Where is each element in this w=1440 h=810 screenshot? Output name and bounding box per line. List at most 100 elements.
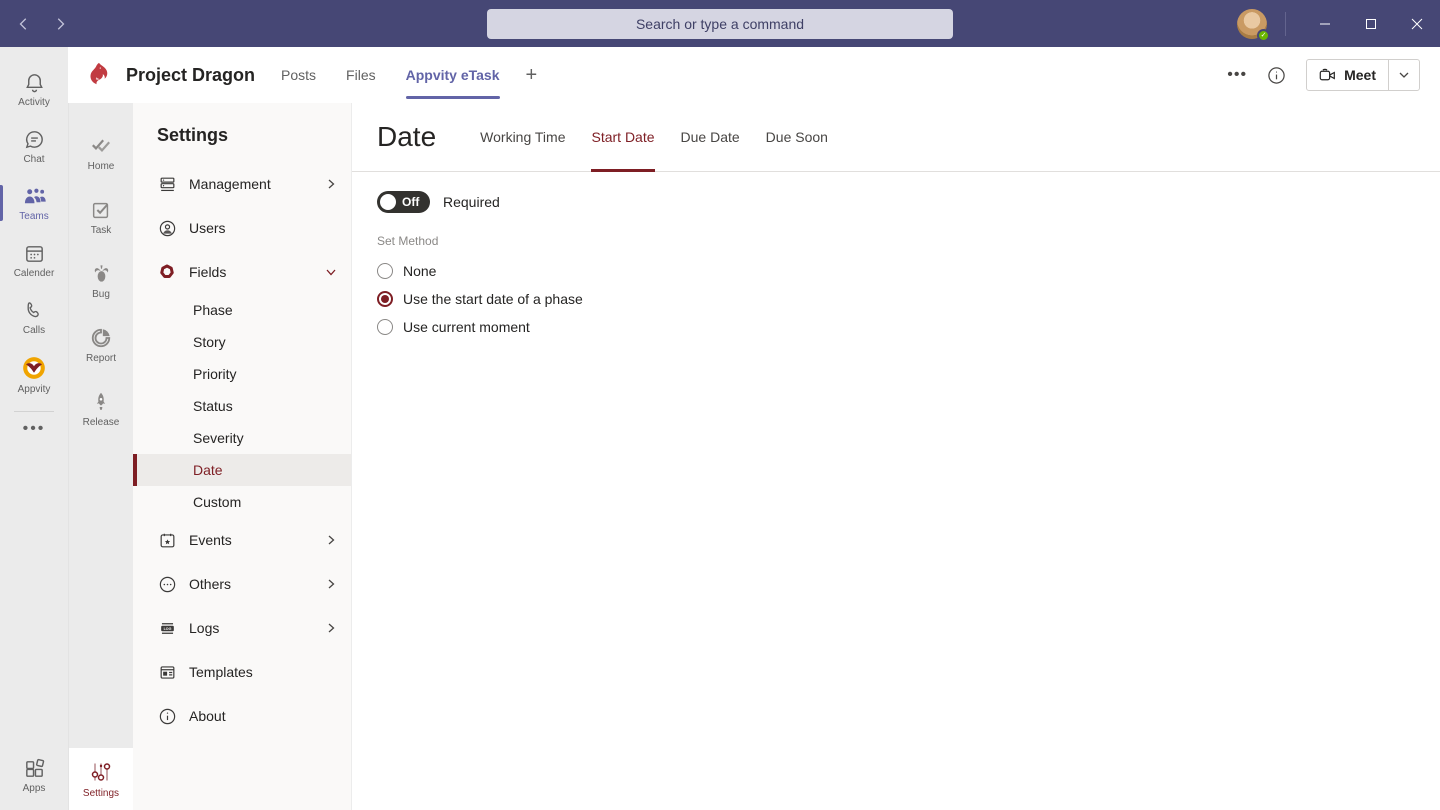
radio-option-current-moment[interactable]: Use current moment xyxy=(377,313,1440,341)
required-toggle[interactable]: Off xyxy=(377,191,430,213)
rail-item-home[interactable]: Home xyxy=(69,121,133,185)
tab-due-soon[interactable]: Due Soon xyxy=(766,103,828,171)
team-name: Project Dragon xyxy=(126,64,256,85)
subitem-label: Phase xyxy=(193,302,233,318)
settings-item-logs[interactable]: LOG Logs xyxy=(133,606,351,650)
sidebar-item-teams[interactable]: Teams xyxy=(0,175,68,232)
rail-item-label: Bug xyxy=(92,289,110,300)
settings-item-users[interactable]: Users xyxy=(133,206,351,250)
tab-due-date[interactable]: Due Date xyxy=(681,103,740,171)
svg-text:LOG: LOG xyxy=(163,627,171,631)
channel-tabs: Posts Files Appvity eTask xyxy=(281,47,500,103)
chat-icon xyxy=(25,131,43,149)
sidebar-item-apps[interactable]: Apps xyxy=(0,747,68,804)
subitem-label: Date xyxy=(193,462,223,478)
add-tab-button[interactable]: + xyxy=(526,64,538,87)
sidebar-item-chat[interactable]: Chat xyxy=(0,118,68,175)
tab-appvity-etask[interactable]: Appvity eTask xyxy=(405,47,500,103)
sidebar-item-label: Chat xyxy=(23,154,45,165)
settings-item-fields[interactable]: Fields xyxy=(133,250,351,294)
phone-icon xyxy=(27,301,39,317)
settings-item-label: Events xyxy=(189,532,232,548)
others-icon xyxy=(157,575,177,594)
team-logo-dragon xyxy=(90,62,108,85)
radio-label: None xyxy=(403,263,437,279)
avatar[interactable]: ✓ xyxy=(1237,8,1270,42)
sidebar-item-calls[interactable]: Calls xyxy=(0,289,68,346)
settings-subitem-status[interactable]: Status xyxy=(133,390,351,422)
sidebar-item-appvity[interactable]: Appvity xyxy=(0,346,68,403)
tab-underline xyxy=(591,169,655,172)
teams-people-icon xyxy=(24,188,46,204)
settings-item-label: Users xyxy=(189,220,226,236)
users-icon xyxy=(157,219,177,238)
settings-subitem-custom[interactable]: Custom xyxy=(133,486,351,518)
meet-button[interactable]: Meet xyxy=(1306,59,1420,91)
logs-icon: LOG xyxy=(157,619,177,638)
radio-icon xyxy=(377,319,393,335)
rail-item-report[interactable]: Report xyxy=(69,313,133,377)
sidebar-item-label: Calender xyxy=(13,268,55,279)
settings-subitem-date[interactable]: Date xyxy=(133,454,351,486)
rail-item-settings[interactable]: Settings xyxy=(69,748,133,810)
minimize-button[interactable] xyxy=(1302,0,1348,47)
settings-item-others[interactable]: Others xyxy=(133,562,351,606)
radio-icon xyxy=(377,263,393,279)
back-icon[interactable] xyxy=(16,16,32,32)
sidebar-item-activity[interactable]: Activity xyxy=(0,61,68,118)
chevron-down-icon xyxy=(1399,72,1409,78)
chevron-right-icon xyxy=(325,178,337,190)
tab-label: Start Date xyxy=(591,129,655,145)
chevron-right-icon xyxy=(325,578,337,590)
rail-item-release[interactable]: Release xyxy=(69,377,133,441)
toggle-knob xyxy=(380,194,396,210)
sidebar-item-label: Appvity xyxy=(17,383,51,395)
templates-icon xyxy=(157,663,177,682)
rail-item-task[interactable]: Task xyxy=(69,185,133,249)
channel-more-icon[interactable]: ••• xyxy=(1227,66,1247,84)
rail-item-label: Release xyxy=(82,416,120,428)
tab-label: Files xyxy=(346,67,376,83)
rail-item-label: Settings xyxy=(82,787,120,799)
tab-working-time[interactable]: Working Time xyxy=(480,103,565,171)
radio-label: Use current moment xyxy=(403,319,530,335)
settings-subitem-story[interactable]: Story xyxy=(133,326,351,358)
settings-item-label: Management xyxy=(189,176,271,192)
settings-subitem-phase[interactable]: Phase xyxy=(133,294,351,326)
tab-files[interactable]: Files xyxy=(346,47,376,103)
calendar-icon xyxy=(25,246,43,262)
radio-option-start-date-of-phase[interactable]: Use the start date of a phase xyxy=(377,285,1440,313)
subitem-label: Story xyxy=(193,334,226,350)
settings-sliders-icon xyxy=(91,762,111,781)
settings-item-about[interactable]: About xyxy=(133,694,351,738)
rail-item-bug[interactable]: Bug xyxy=(69,249,133,313)
more-apps-icon[interactable]: ••• xyxy=(23,420,46,448)
tab-label: Working Time xyxy=(480,129,566,145)
radio-option-none[interactable]: None xyxy=(377,257,1440,285)
settings-subitem-priority[interactable]: Priority xyxy=(133,358,351,390)
tab-start-date[interactable]: Start Date xyxy=(591,103,655,172)
maximize-button[interactable] xyxy=(1348,0,1394,47)
settings-item-templates[interactable]: Templates xyxy=(133,650,351,694)
forward-icon[interactable] xyxy=(52,16,68,32)
events-icon xyxy=(157,531,177,550)
channel-info-icon[interactable] xyxy=(1267,66,1286,85)
close-button[interactable] xyxy=(1394,0,1440,47)
meet-dropdown-button[interactable] xyxy=(1389,60,1419,90)
set-method-group: Set Method None Use the start date of a … xyxy=(377,234,1440,341)
sidebar-item-label: Apps xyxy=(22,783,46,794)
sidebar-item-calendar[interactable]: Calender xyxy=(0,232,68,289)
sidebar-item-label: Teams xyxy=(19,211,49,222)
search-input[interactable] xyxy=(487,8,953,39)
settings-item-management[interactable]: Management xyxy=(133,162,351,206)
selected-indicator xyxy=(0,185,3,221)
main-content: Date Working Time Start Date Due Date Du… xyxy=(352,103,1440,810)
settings-subitem-severity[interactable]: Severity xyxy=(133,422,351,454)
settings-item-label: Templates xyxy=(189,664,253,680)
settings-item-events[interactable]: Events xyxy=(133,518,351,562)
channel-header: Project Dragon Posts Files Appvity eTask… xyxy=(68,47,1440,103)
radio-selected-icon xyxy=(377,291,393,307)
tab-posts[interactable]: Posts xyxy=(281,47,316,103)
rail-item-label: Home xyxy=(87,160,115,172)
toggle-state-label: Off xyxy=(402,195,420,209)
